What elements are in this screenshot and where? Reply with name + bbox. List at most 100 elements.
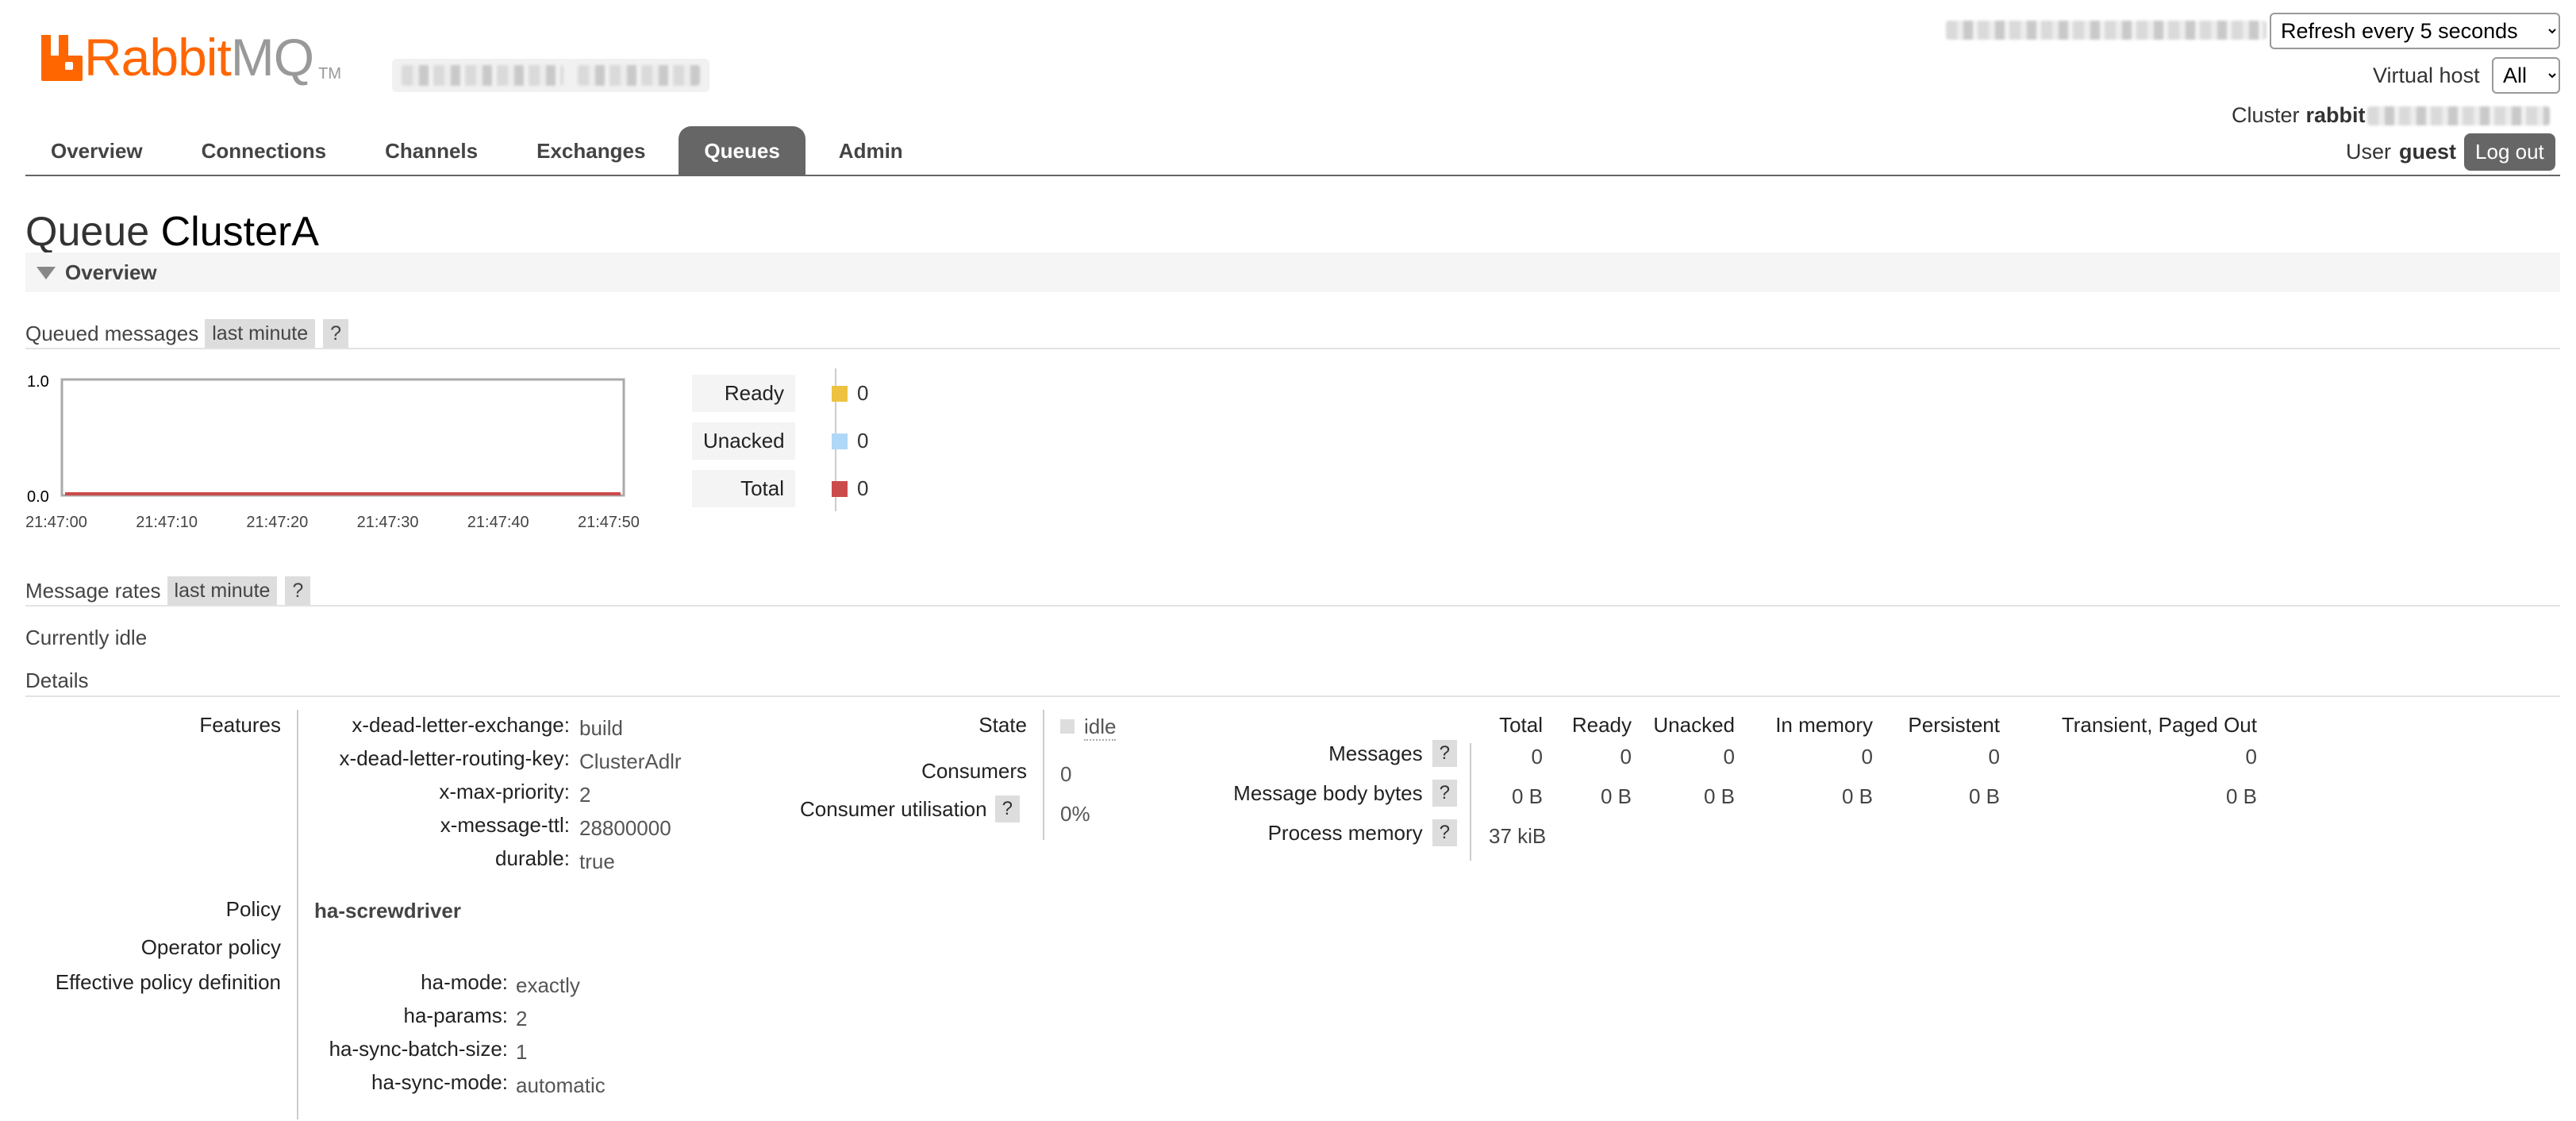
- message-rates-range[interactable]: last minute: [167, 576, 278, 606]
- redacted-version: [402, 65, 563, 86]
- legend-swatch: [832, 433, 848, 449]
- detail-value: ClusterAdlr: [579, 749, 682, 773]
- redacted-cluster-host: [2366, 106, 2550, 125]
- state-divider: [1043, 710, 1044, 840]
- redacted-refresh-info: [1946, 21, 2266, 40]
- policy-link[interactable]: ha-screwdriver: [314, 899, 461, 923]
- message-rates-status: Currently idle: [25, 626, 148, 649]
- legend-value: 0: [857, 476, 869, 500]
- stats-cell: 0 B: [1841, 784, 1873, 808]
- chart-x-tick-label: 21:47:10: [136, 514, 198, 531]
- overview-section-label: Overview: [65, 260, 157, 284]
- chart-plot-area: [60, 378, 625, 497]
- detail-key: x-message-ttl:: [440, 813, 570, 837]
- message-rates-label: Message rates: [25, 579, 161, 603]
- features-label: Features: [199, 713, 281, 737]
- detail-value: 2: [579, 783, 591, 807]
- stats-cell: 0: [2245, 745, 2257, 769]
- brand-mq: MQ: [230, 28, 314, 87]
- detail-key: ha-params:: [403, 1004, 509, 1027]
- queued-messages-label: Queued messages: [25, 322, 199, 345]
- chart-x-tick-label: 21:47:20: [246, 514, 308, 531]
- rabbitmq-logo-icon: [41, 35, 84, 83]
- stats-help-button[interactable]: ?: [1432, 819, 1457, 846]
- chart-y-tick-bottom: 0.0: [27, 488, 49, 506]
- detail-value: 2: [516, 1007, 528, 1030]
- virtual-host-select[interactable]: All: [2492, 57, 2560, 94]
- details-left-divider: [297, 710, 298, 1119]
- chart-x-tick-label: 21:47:50: [578, 514, 640, 531]
- chart-x-tick-label: 21:47:30: [357, 514, 419, 531]
- tab-channels[interactable]: Channels: [359, 126, 503, 175]
- brand-trademark: TM: [318, 65, 341, 83]
- stats-column-header: In memory: [1775, 713, 1873, 737]
- stats-cell: 0 B: [1511, 784, 1543, 808]
- queue-name: ClusterA: [160, 209, 319, 255]
- consumer-utilisation-label: Consumer utilisation: [800, 796, 987, 821]
- rabbitmq-logo[interactable]: Rabbit MQ TM: [41, 29, 341, 86]
- details-label: Details: [25, 668, 89, 692]
- tab-queues[interactable]: Queues: [679, 126, 805, 175]
- chart-x-tick-label: 21:47:00: [25, 514, 87, 531]
- refresh-interval-select[interactable]: Refresh every 5 seconds: [2270, 13, 2560, 49]
- logout-button[interactable]: Log out: [2464, 133, 2555, 171]
- detail-value: 28800000: [579, 816, 671, 840]
- message-rates-header: Message rates last minute ?: [25, 576, 311, 606]
- stats-cell: 0: [1531, 745, 1543, 769]
- legend-row-unacked: Unacked 0: [692, 422, 868, 460]
- queued-messages-range[interactable]: last minute: [205, 319, 316, 349]
- stats-cell: 0 B: [1703, 784, 1735, 808]
- detail-value: build: [579, 716, 623, 740]
- stats-column-header: Transient, Paged Out: [2061, 713, 2257, 737]
- redacted-erlang-version: [578, 65, 700, 86]
- legend-row-total: Total 0: [692, 470, 868, 507]
- detail-value: true: [579, 849, 615, 873]
- user-label: User: [2346, 140, 2392, 164]
- stats-help-button[interactable]: ?: [1432, 780, 1457, 807]
- legend-row-ready: Ready 0: [692, 375, 868, 412]
- stats-row-title: Messages: [1328, 741, 1423, 765]
- message-rates-help-button[interactable]: ?: [285, 576, 311, 606]
- tab-connections[interactable]: Connections: [176, 126, 352, 175]
- divider: [25, 348, 2560, 349]
- consumers-label: Consumers: [921, 759, 1027, 783]
- queued-messages-help-button[interactable]: ?: [323, 319, 349, 349]
- stats-cell: 0 B: [1600, 784, 1632, 808]
- stats-cell: 0: [1988, 745, 2000, 769]
- detail-value: automatic: [516, 1073, 606, 1097]
- page-title-prefix: Queue: [25, 209, 150, 255]
- stats-column-header: Ready: [1571, 713, 1632, 737]
- stats-cell: 0: [1620, 745, 1632, 769]
- consumer-utilisation-value: 0%: [1060, 802, 1090, 826]
- legend-label: Unacked: [692, 422, 795, 460]
- overview-section-header[interactable]: Overview: [25, 252, 2560, 292]
- stats-cell: 0: [1723, 745, 1735, 769]
- stats-help-button[interactable]: ?: [1432, 740, 1457, 767]
- user-name: guest: [2399, 140, 2457, 164]
- page-title: Queue ClusterA: [25, 208, 319, 256]
- detail-value: exactly: [516, 973, 580, 997]
- policy-label: Policy: [225, 897, 281, 921]
- chart-y-tick-top: 1.0: [27, 373, 49, 391]
- rabbitmq-version-pill: [392, 59, 573, 92]
- legend-label: Ready: [692, 375, 795, 412]
- queued-messages-header: Queued messages last minute ?: [25, 319, 349, 349]
- detail-key: x-dead-letter-routing-key:: [339, 746, 570, 770]
- divider: [25, 605, 2560, 607]
- legend-value: 0: [857, 381, 869, 405]
- stats-column-header: Total: [1499, 713, 1543, 737]
- tab-admin[interactable]: Admin: [813, 126, 929, 175]
- stats-divider: [1470, 743, 1471, 861]
- erlang-version-pill: [568, 59, 709, 92]
- consumer-utilisation-help-button[interactable]: ?: [994, 795, 1020, 822]
- legend-value: 0: [857, 429, 869, 453]
- operator-policy-label: Operator policy: [140, 935, 281, 959]
- state-indicator: [1060, 719, 1075, 734]
- main-tabs: Overview Connections Channels Exchanges …: [25, 122, 936, 175]
- detail-key: ha-sync-batch-size:: [329, 1037, 508, 1061]
- tab-overview[interactable]: Overview: [25, 126, 168, 175]
- chart-x-tick-label: 21:47:40: [467, 514, 529, 531]
- stats-row-title: Process memory: [1267, 820, 1423, 845]
- tab-exchanges[interactable]: Exchanges: [511, 126, 671, 175]
- stats-cell: 0: [1861, 745, 1873, 769]
